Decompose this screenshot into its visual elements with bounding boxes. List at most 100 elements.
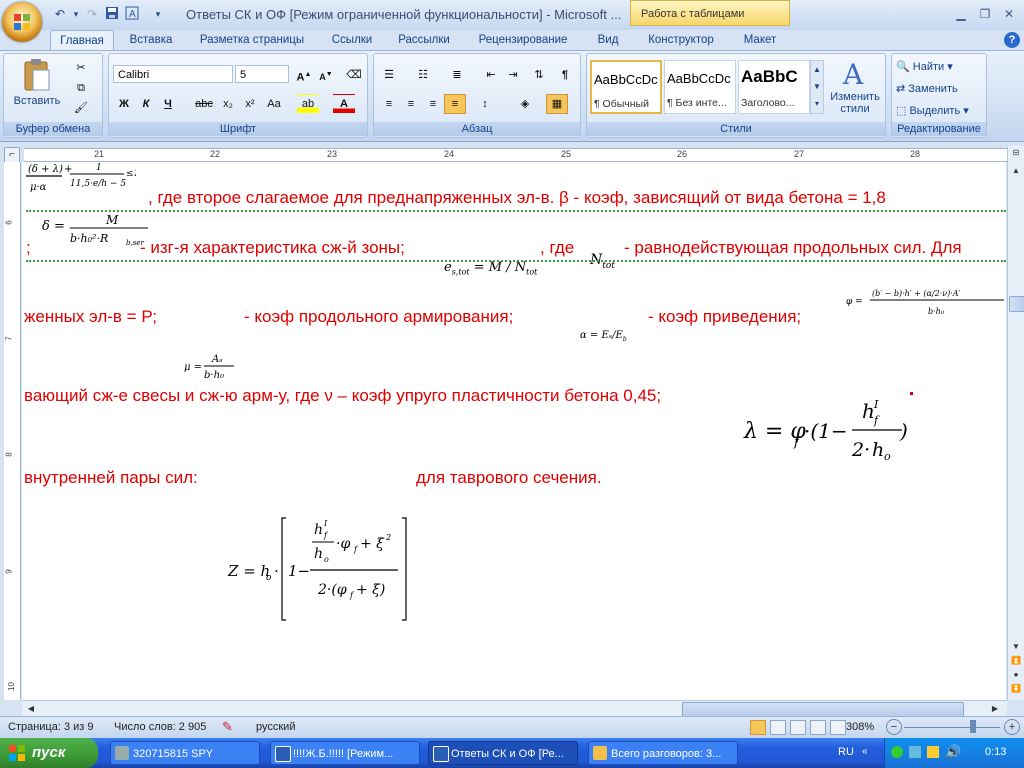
tab-mailings[interactable]: Рассылки	[390, 30, 458, 50]
paste-button[interactable]: Вставить	[12, 58, 62, 118]
tab-selector-icon[interactable]: ⌐	[4, 147, 20, 163]
horizontal-scrollbar[interactable]: ◀ ▶	[22, 700, 1007, 717]
tray-app-icon[interactable]	[909, 746, 921, 758]
network-icon[interactable]	[891, 746, 903, 758]
scroll-thumb[interactable]	[1009, 296, 1024, 312]
find-button[interactable]: 🔍 Найти ▾	[896, 60, 953, 73]
font-name-combo[interactable]: Calibri	[113, 65, 233, 83]
align-center-icon[interactable]: ≡	[400, 94, 422, 114]
quick-access-customize-icon[interactable]: A	[124, 6, 140, 22]
shading-icon[interactable]: ◈	[514, 94, 536, 114]
copy-icon[interactable]: ⧉	[70, 78, 92, 98]
grow-font-icon[interactable]: A▲	[293, 65, 315, 85]
highlight-icon[interactable]: ab	[297, 94, 319, 114]
style-no-spacing[interactable]: AaBbCcDc ¶ Без инте...	[664, 60, 736, 114]
select-button[interactable]: ⬚ Выделить ▾	[896, 104, 969, 117]
next-page-icon[interactable]: ⏬	[1009, 684, 1023, 696]
web-layout-icon[interactable]	[790, 720, 806, 735]
tab-review[interactable]: Рецензирование	[466, 30, 580, 50]
zoom-slider[interactable]	[904, 727, 1000, 728]
tray-expand-icon[interactable]: «	[862, 746, 868, 757]
redo-icon[interactable]: ↷	[84, 6, 100, 22]
bold-icon[interactable]: Ж	[113, 94, 135, 114]
scroll-up-icon[interactable]: ▲	[1009, 164, 1023, 178]
hscroll-thumb[interactable]	[682, 702, 964, 717]
font-color-icon[interactable]: A	[333, 94, 355, 114]
undo-icon[interactable]: ↶	[52, 6, 68, 22]
tab-view[interactable]: Вид	[588, 30, 628, 50]
underline-icon[interactable]: Ч	[157, 94, 179, 114]
minimize-icon[interactable]: ▁	[950, 6, 972, 22]
strikethrough-icon[interactable]: abc	[193, 94, 215, 114]
zoom-out-icon[interactable]: −	[886, 719, 902, 735]
replace-button[interactable]: ⇄ Заменить	[896, 82, 958, 95]
cut-icon[interactable]: ✂	[70, 58, 92, 78]
help-icon[interactable]: ?	[1004, 32, 1020, 48]
tray-app-icon[interactable]	[927, 746, 939, 758]
volume-icon[interactable]: 🔊	[945, 744, 961, 760]
scroll-down-icon[interactable]: ▼	[1009, 640, 1023, 654]
multilevel-list-icon[interactable]: ≣	[446, 65, 468, 85]
change-case-icon[interactable]: Aa	[263, 94, 285, 114]
tab-home[interactable]: Главная	[50, 30, 114, 52]
proofing-icon[interactable]: ✎	[222, 719, 233, 735]
format-painter-icon[interactable]: 🖌	[70, 98, 92, 118]
change-styles-button[interactable]: A Изменить стили	[826, 58, 884, 120]
styles-scroll-icon[interactable]: ▲ ▼ ▾	[810, 60, 824, 114]
numbering-icon[interactable]: ☷	[412, 65, 434, 85]
quick-access-more-icon[interactable]: ▾	[150, 6, 166, 22]
zoom-slider-thumb[interactable]	[970, 720, 976, 733]
task-word-2[interactable]: Ответы СК и ОФ [Ре...	[428, 741, 578, 765]
undo-dropdown-icon[interactable]: ▾	[68, 6, 84, 22]
align-right-icon[interactable]: ≡	[422, 94, 444, 114]
style-normal[interactable]: AaBbCcDc ¶ Обычный	[590, 60, 662, 114]
browse-object-icon[interactable]: ●	[1009, 670, 1023, 682]
tab-references[interactable]: Ссылки	[322, 30, 382, 50]
style-heading[interactable]: AaBbC Заголово...	[738, 60, 810, 114]
office-button[interactable]	[2, 2, 42, 42]
save-icon[interactable]	[104, 6, 120, 22]
italic-icon[interactable]: К	[135, 94, 157, 114]
decrease-indent-icon[interactable]: ⇤	[480, 65, 502, 85]
task-word-1[interactable]: !!!!Ж.Б.!!!!! [Режим...	[270, 741, 420, 765]
justify-icon[interactable]: ≡	[444, 94, 466, 114]
line-spacing-icon[interactable]: ↕	[474, 94, 496, 114]
tab-design[interactable]: Конструктор	[636, 30, 726, 50]
tab-page-layout[interactable]: Разметка страницы	[190, 30, 314, 50]
show-marks-icon[interactable]: ¶	[554, 65, 576, 85]
tab-insert[interactable]: Вставка	[120, 30, 182, 50]
clear-format-icon[interactable]: ⌫	[343, 65, 365, 85]
document-page[interactable]: (δ + λ) μ·α + 1 11,5·e/h − 5 ≤1 , где вт…	[22, 162, 1006, 700]
zoom-in-icon[interactable]: +	[1004, 719, 1020, 735]
ruler-toggle-icon[interactable]: ⊟	[1009, 148, 1023, 162]
close-icon[interactable]: ✕	[998, 6, 1020, 22]
scroll-right-icon[interactable]: ▶	[988, 702, 1002, 716]
borders-icon[interactable]: ▦	[546, 94, 568, 114]
draft-icon[interactable]	[830, 720, 846, 735]
task-chat[interactable]: Всего разговоров: 3...	[588, 741, 738, 765]
subscript-icon[interactable]: x₂	[217, 94, 239, 114]
previous-page-icon[interactable]: ⏫	[1009, 656, 1023, 668]
task-spy[interactable]: 320715815 SPY	[110, 741, 260, 765]
page-count[interactable]: Страница: 3 из 9	[8, 721, 94, 733]
scroll-left-icon[interactable]: ◀	[24, 702, 38, 716]
font-size-combo[interactable]: 5	[235, 65, 289, 83]
increase-indent-icon[interactable]: ⇥	[502, 65, 524, 85]
language-indicator[interactable]: RU	[838, 746, 854, 758]
print-layout-icon[interactable]	[750, 720, 766, 735]
tab-layout[interactable]: Макет	[734, 30, 786, 50]
language[interactable]: русский	[256, 721, 295, 733]
shrink-font-icon[interactable]: A▼	[315, 65, 337, 85]
ruler-scale[interactable]: 21 22 23 24 25 26 27 28	[24, 148, 1008, 162]
align-left-icon[interactable]: ≡	[378, 94, 400, 114]
superscript-icon[interactable]: x²	[239, 94, 261, 114]
outline-icon[interactable]	[810, 720, 826, 735]
restore-icon[interactable]: ❐	[974, 6, 996, 22]
start-button[interactable]: пуск	[0, 738, 98, 768]
bullets-icon[interactable]: ☰	[378, 65, 400, 85]
word-count[interactable]: Число слов: 2 905	[114, 721, 206, 733]
vertical-scrollbar[interactable]: ⊟ ▲ ▼ ⏫ ● ⏬	[1007, 146, 1024, 700]
full-screen-icon[interactable]	[770, 720, 786, 735]
zoom-level[interactable]: 308%	[846, 721, 874, 733]
sort-icon[interactable]: ⇅	[528, 65, 550, 85]
